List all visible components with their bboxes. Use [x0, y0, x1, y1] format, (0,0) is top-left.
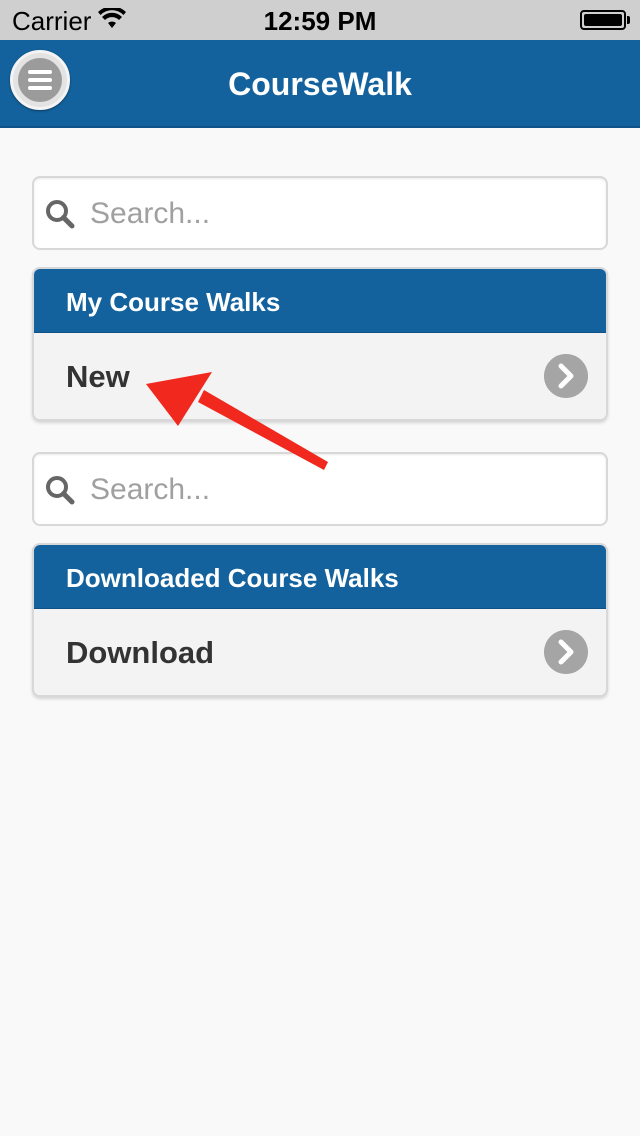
list-item-label: New [66, 359, 130, 394]
downloaded-walks-search-input[interactable] [90, 466, 590, 514]
search-icon [46, 200, 75, 229]
downloaded-walks-search[interactable] [32, 452, 608, 526]
nav-bar: CourseWalk [0, 40, 640, 128]
my-walks-search[interactable] [32, 176, 608, 250]
status-bar: Carrier 12:59 PM [0, 0, 640, 40]
downloaded-course-walks-list: Downloaded Course Walks Download [32, 543, 608, 697]
my-course-walks-list: My Course Walks New [32, 267, 608, 421]
chevron-right-icon [544, 630, 588, 674]
battery-icon [580, 10, 630, 30]
my-walks-search-input[interactable] [90, 190, 590, 238]
chevron-right-icon [544, 354, 588, 398]
downloaded-course-walks-header: Downloaded Course Walks [34, 545, 606, 609]
my-course-walks-header: My Course Walks [34, 269, 606, 333]
search-icon [46, 476, 75, 505]
list-item-label: Download [66, 635, 215, 670]
page-title: CourseWalk [228, 66, 412, 102]
list-item-new[interactable]: New [34, 333, 606, 419]
list-item-download[interactable]: Download [34, 609, 606, 695]
clock: 12:59 PM [263, 6, 377, 36]
